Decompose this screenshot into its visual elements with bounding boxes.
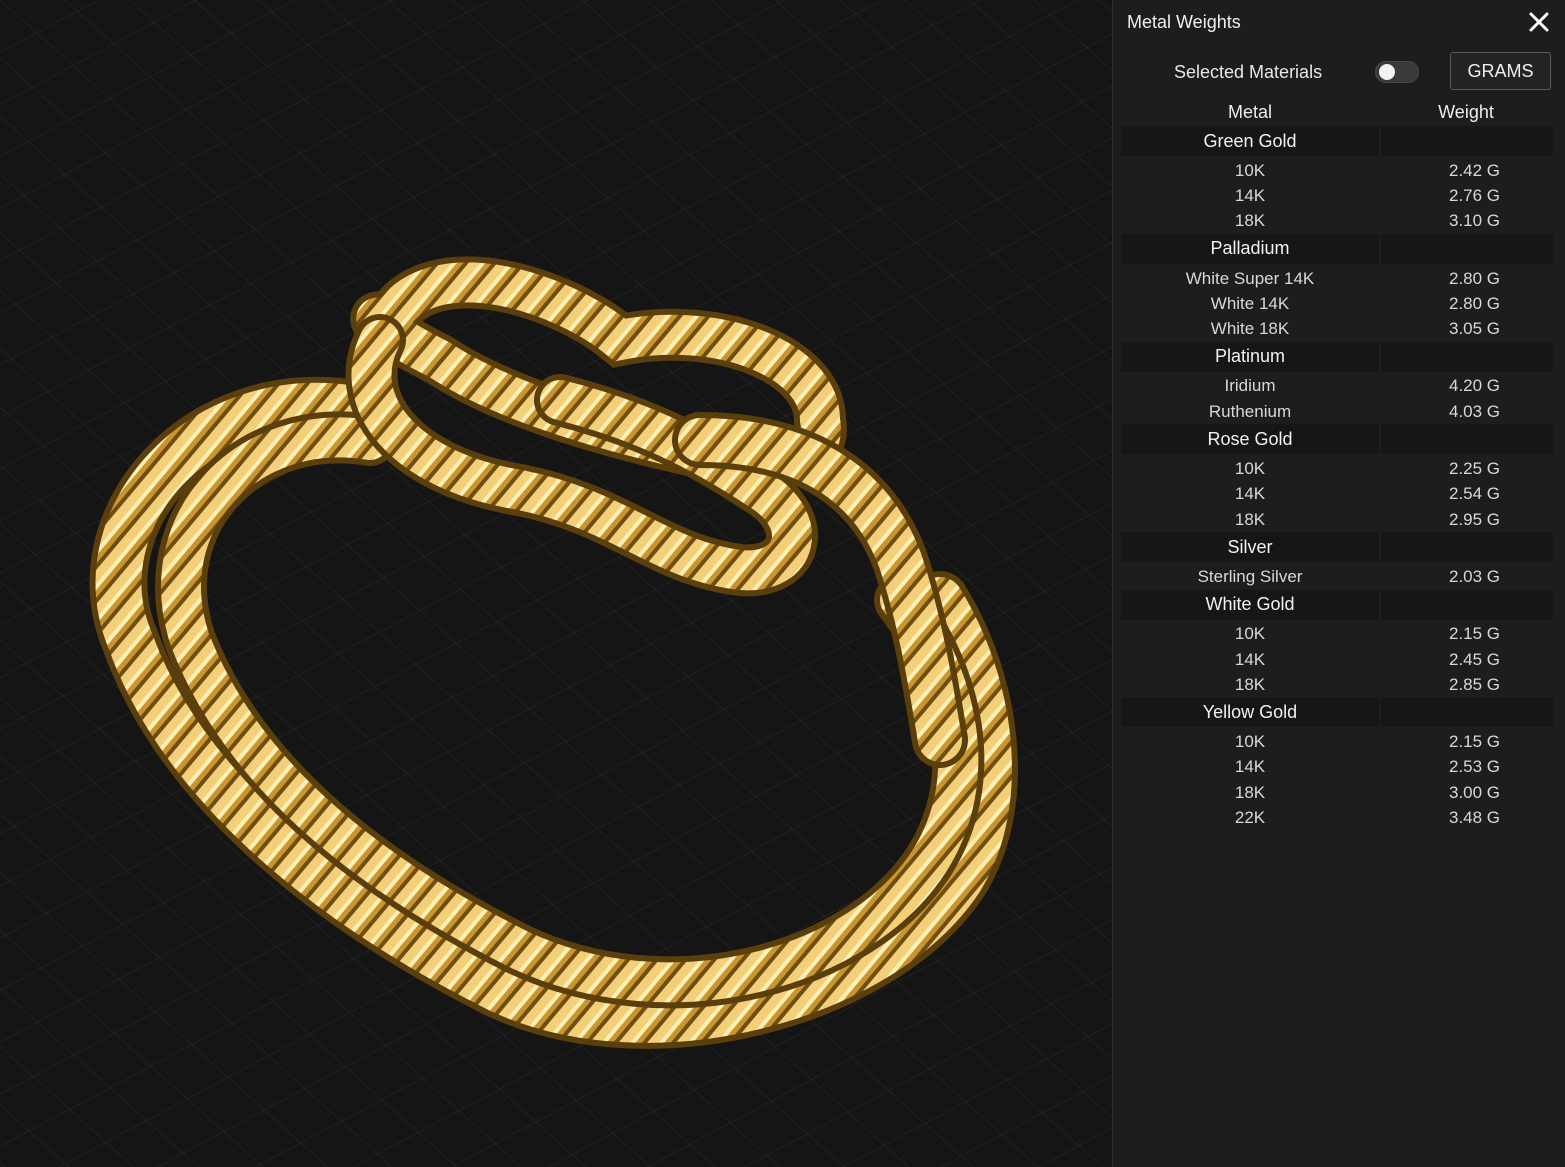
table-row: 14K 2.76 G — [1121, 183, 1553, 208]
group-name: Yellow Gold — [1121, 697, 1379, 728]
group-weight-cell — [1381, 589, 1553, 620]
group-name: White Gold — [1121, 589, 1379, 620]
group-row: Rose Gold — [1121, 424, 1553, 455]
metal-weight: 4.20 G — [1449, 376, 1501, 396]
3d-viewport[interactable] — [0, 0, 1112, 1167]
group-weight-cell — [1381, 697, 1553, 728]
group-name: Green Gold — [1121, 126, 1379, 156]
metal-weight: 2.54 G — [1449, 484, 1501, 504]
metal-weight: 2.25 G — [1449, 459, 1501, 479]
group-row: Platinum — [1121, 341, 1553, 372]
metal-weight: 2.15 G — [1449, 732, 1501, 752]
group-row: White Gold — [1121, 589, 1553, 620]
close-button[interactable] — [1527, 10, 1551, 34]
table-row: 18K 2.85 G — [1121, 672, 1553, 697]
app: Metal Weights Selected Materials GRAMS M… — [0, 0, 1565, 1167]
metal-name: 10K — [1234, 459, 1266, 479]
group-weight-cell — [1381, 126, 1553, 156]
table-row: 18K 3.10 G — [1121, 209, 1553, 234]
table-header: Metal Weight — [1121, 98, 1553, 126]
group-name: Platinum — [1121, 341, 1379, 372]
table-row: 10K 2.15 G — [1121, 622, 1553, 647]
metal-name: 18K — [1234, 782, 1266, 802]
group-row: Silver — [1121, 532, 1553, 563]
table-row: 10K 2.15 G — [1121, 729, 1553, 754]
metal-weight: 2.85 G — [1449, 674, 1501, 694]
metal-name: Iridium — [1224, 376, 1276, 396]
metal-name: 22K — [1234, 807, 1266, 827]
table-row: White 18K 3.05 G — [1121, 316, 1553, 341]
metal-name: White Super 14K — [1185, 268, 1315, 288]
table-row: 18K 2.95 G — [1121, 507, 1553, 532]
metal-weight: 2.80 G — [1449, 268, 1501, 288]
metal-weight: 2.42 G — [1449, 160, 1501, 180]
column-header-weight: Weight — [1438, 101, 1494, 122]
table-row: 10K 2.25 G — [1121, 456, 1553, 481]
table-row: 14K 2.45 G — [1121, 647, 1553, 672]
metal-name: 14K — [1234, 649, 1266, 669]
metal-weight: 3.10 G — [1449, 211, 1501, 231]
metal-name: 14K — [1234, 757, 1266, 777]
metal-weight: 2.45 G — [1449, 649, 1501, 669]
table-row: 14K 2.53 G — [1121, 755, 1553, 780]
metal-name: 14K — [1234, 185, 1266, 205]
table-row: Ruthenium 4.03 G — [1121, 399, 1553, 424]
group-weight-cell — [1381, 233, 1553, 264]
group-weight-cell — [1381, 424, 1553, 455]
group-row: Palladium — [1121, 233, 1553, 264]
unit-button[interactable]: GRAMS — [1450, 52, 1551, 90]
metal-weight: 4.03 G — [1449, 401, 1501, 421]
close-icon — [1529, 12, 1549, 32]
metal-name: White 18K — [1210, 319, 1290, 339]
metal-weight: 2.03 G — [1449, 566, 1501, 586]
group-row: Yellow Gold — [1121, 697, 1553, 728]
metal-weight: 2.80 G — [1449, 293, 1501, 313]
metal-name: Ruthenium — [1208, 401, 1292, 421]
group-weight-cell — [1381, 532, 1553, 563]
metal-name: 10K — [1234, 160, 1266, 180]
panel-title: Metal Weights — [1127, 12, 1241, 32]
metal-name: 18K — [1234, 509, 1266, 529]
weights-table: Metal Weight Green Gold 10K 2.42 G 14K 2.76 … — [1121, 98, 1553, 831]
metal-weight: 3.05 G — [1449, 319, 1501, 339]
metal-weight: 3.48 G — [1449, 807, 1501, 827]
table-row: 10K 2.42 G — [1121, 158, 1553, 183]
group-name: Rose Gold — [1121, 424, 1379, 455]
table-row: White 14K 2.80 G — [1121, 291, 1553, 316]
viewport-canvas[interactable] — [0, 0, 1112, 1167]
group-name: Palladium — [1121, 233, 1379, 264]
metal-name: Sterling Silver — [1197, 566, 1303, 586]
table-row: White Super 14K 2.80 G — [1121, 266, 1553, 291]
selected-materials-toggle[interactable] — [1375, 61, 1419, 83]
metal-name: 18K — [1234, 211, 1266, 231]
metal-weight: 2.53 G — [1449, 757, 1501, 777]
group-name: Silver — [1121, 532, 1379, 563]
metal-name: White 14K — [1210, 293, 1290, 313]
metal-weight: 3.00 G — [1449, 782, 1501, 802]
table-row: Sterling Silver 2.03 G — [1121, 564, 1553, 589]
metal-name: 10K — [1234, 732, 1266, 752]
selected-materials-label: Selected Materials — [1174, 62, 1323, 82]
metal-weights-panel: Metal Weights Selected Materials GRAMS M… — [1112, 0, 1565, 1167]
metal-weight: 2.15 G — [1449, 624, 1501, 644]
group-weight-cell — [1381, 341, 1553, 372]
metal-weight: 2.95 G — [1449, 509, 1501, 529]
table-row: 22K 3.48 G — [1121, 805, 1553, 830]
table-row: Iridium 4.20 G — [1121, 374, 1553, 399]
table-row: 18K 3.00 G — [1121, 780, 1553, 805]
metal-name: 14K — [1234, 484, 1266, 504]
table-body: Green Gold 10K 2.42 G 14K 2.76 G 18K 3.10 G Pal… — [1121, 126, 1553, 831]
metal-name: 18K — [1234, 674, 1266, 694]
metal-name: 10K — [1234, 624, 1266, 644]
column-header-metal: Metal — [1227, 101, 1272, 122]
toggle-knob — [1379, 64, 1395, 80]
metal-weight: 2.76 G — [1449, 185, 1501, 205]
table-row: 14K 2.54 G — [1121, 482, 1553, 507]
group-row: Green Gold — [1121, 126, 1553, 156]
